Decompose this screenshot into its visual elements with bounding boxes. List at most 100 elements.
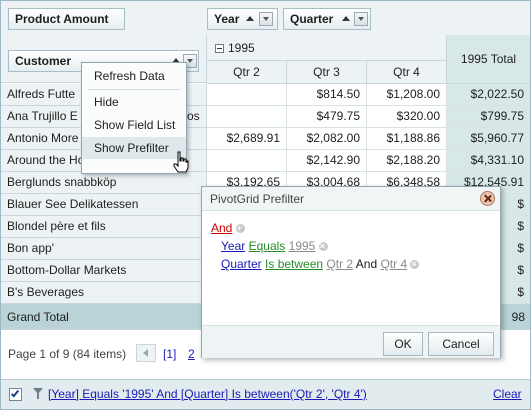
data-cell: $2,689.91 [207,128,287,150]
filter-dropdown-icon[interactable] [354,12,368,26]
customer-name: B's Beverages [7,285,84,299]
button-label: OK [394,337,412,351]
collapse-icon[interactable] [215,44,224,53]
cell-value: $4,331.10 [470,153,524,167]
data-cell [207,106,287,128]
filter-icon [33,388,43,400]
year-label: 1995 [228,41,255,55]
cell-value: $814.50 [316,87,360,101]
context-menu: Refresh Data Hide Show Field List Show P… [81,62,187,174]
field-label: Product Amount [15,12,109,26]
data-cell: $320.00 [367,106,447,128]
prefilter-dialog: PivotGrid Prefilter And Year Equals 1995… [201,186,501,358]
filter-expression-link[interactable]: [Year] Equals '1995' And [Quarter] Is be… [48,387,367,401]
cell-value: $2,188.20 [386,153,440,167]
data-cell: $814.50 [287,84,367,106]
remove-condition-icon[interactable] [410,256,420,272]
field-year[interactable]: Year [207,8,278,30]
condition-value[interactable]: Qtr 4 [380,257,407,271]
menu-show-prefilter[interactable]: Show Prefilter [82,137,186,159]
row-header: Blondel père et fils [1,216,207,238]
customer-name: Alfreds Futte [7,87,76,101]
customer-name: Ana Trujillo E [7,109,78,123]
data-cell [207,84,287,106]
row-header: B's Beverages [1,282,207,304]
quarter-label: Qtr 3 [313,65,340,79]
year-total-label: 1995 Total [460,52,517,66]
button-label: Cancel [442,337,480,351]
filter-status-bar: [Year] Equals '1995' And [Quarter] Is be… [1,379,530,409]
cancel-button[interactable]: Cancel [428,332,494,356]
field-product-amount[interactable]: Product Amount [8,8,125,30]
customer-name: Blondel père et fils [7,219,106,233]
ok-button[interactable]: OK [383,332,423,356]
remove-condition-icon[interactable] [318,238,328,254]
cell-value: $ [517,219,524,233]
sort-ascending-icon [342,16,350,21]
condition-value[interactable]: 1995 [289,239,316,253]
condition-operator[interactable]: Equals [249,239,286,253]
condition-field[interactable]: Quarter [221,257,262,271]
field-quarter[interactable]: Quarter [283,8,371,30]
pivot-grid: Product Amount Year Quarter Customer 199… [0,0,531,410]
pager-page-link[interactable]: 2 [188,347,195,361]
data-cell: $479.75 [287,106,367,128]
total-cell: $799.75 [447,106,530,128]
cell-value: $2,082.00 [306,131,360,145]
filter-dropdown-icon[interactable] [259,12,273,26]
menu-label: Refresh Data [94,69,165,83]
data-cell: $2,082.00 [287,128,367,150]
cell-value: $1,188.86 [386,131,440,145]
cell-value: $1,208.00 [386,87,440,101]
data-cell: $1,208.00 [367,84,447,106]
data-cell: $1,188.86 [367,128,447,150]
pager-prev-icon[interactable] [136,344,156,362]
close-icon[interactable] [480,191,495,206]
quarter-header: Qtr 4 [367,61,447,84]
customer-name: Berglunds snabbköp [7,175,117,189]
dialog-title: PivotGrid Prefilter [210,192,305,206]
clear-filter-link[interactable]: Clear [493,387,522,401]
row-header: Bon app' [1,238,207,260]
filter-condition-row: Year Equals 1995 [221,238,328,254]
field-label: Year [214,12,240,26]
pager-current-page[interactable]: [1] [163,347,176,361]
row-header: Berglunds snabbköp [1,172,207,194]
row-header: Bottom-Dollar Markets [1,260,207,282]
menu-label: Show Field List [94,118,176,132]
quarter-label: Qtr 4 [393,65,420,79]
add-condition-icon[interactable] [235,220,245,236]
checkbox-icon[interactable] [9,388,22,401]
menu-hide[interactable]: Hide [82,91,186,113]
cell-value: $2,689.91 [226,131,280,145]
quarter-label: Qtr 2 [233,65,260,79]
quarter-header: Qtr 2 [207,61,287,84]
cell-value: $2,142.90 [306,153,360,167]
cell-value: $ [517,263,524,277]
menu-refresh-data[interactable]: Refresh Data [82,65,186,87]
cell-value: $320.00 [396,109,440,123]
pager-summary: Page 1 of 9 (84 items) [8,347,127,361]
grand-total-header: Grand Total [1,304,207,330]
group-operator[interactable]: And [211,221,232,235]
grand-total-label: Grand Total [7,310,69,324]
condition-value[interactable]: Qtr 2 [326,257,353,271]
field-label: Quarter [290,12,334,26]
dialog-titlebar: PivotGrid Prefilter [202,187,500,211]
field-label: Customer [15,54,72,68]
customer-name: Bottom-Dollar Markets [7,263,127,277]
hand-cursor-icon [173,151,189,173]
sort-ascending-icon [246,16,254,21]
cell-value: 98 [511,310,525,324]
customer-name: Antonio More [7,131,79,145]
condition-and: And [355,257,378,271]
quarter-header: Qtr 3 [287,61,367,84]
customer-name: Blauer See Delikatessen [7,197,139,211]
menu-show-field-list[interactable]: Show Field List [82,114,186,136]
menu-separator [88,89,180,90]
total-cell: $4,331.10 [447,150,530,172]
condition-operator[interactable]: Is between [265,257,323,271]
customer-name-tail: os [187,109,200,123]
data-cell: $2,142.90 [287,150,367,172]
condition-field[interactable]: Year [221,239,245,253]
